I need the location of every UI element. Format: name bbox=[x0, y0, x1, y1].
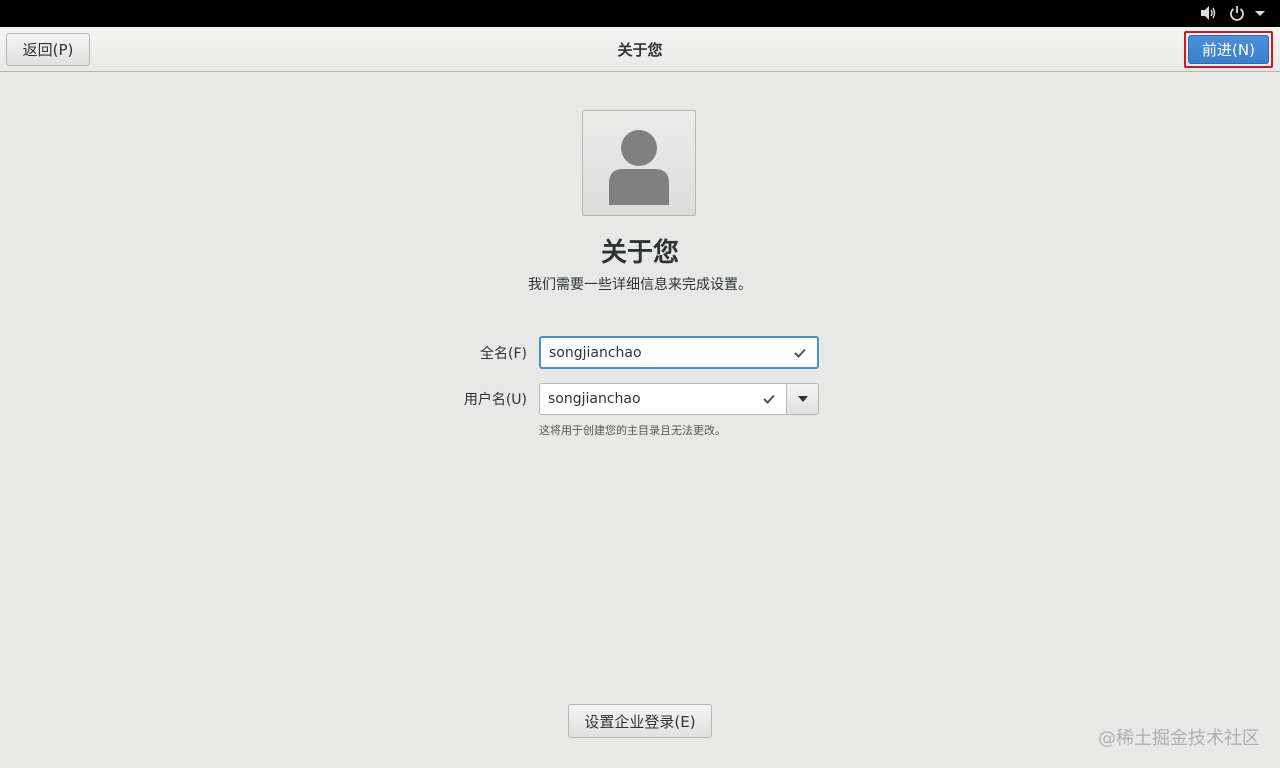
header-title: 关于您 bbox=[617, 41, 663, 59]
chevron-down-icon[interactable] bbox=[1254, 4, 1266, 22]
fullname-label: 全名(F) bbox=[480, 346, 527, 362]
fullname-value: songjianchao bbox=[549, 344, 642, 361]
page-title: 关于您 bbox=[600, 238, 679, 268]
next-button[interactable]: 前进(N) bbox=[1188, 35, 1269, 64]
check-icon bbox=[791, 344, 809, 362]
watermark: @稀土掘金技术社区 bbox=[1098, 728, 1260, 749]
username-input[interactable]: songjianchao bbox=[539, 383, 787, 415]
power-icon[interactable] bbox=[1229, 4, 1245, 22]
check-icon bbox=[760, 390, 778, 408]
username-value: songjianchao bbox=[548, 391, 641, 407]
next-button-highlight: 前进(N) bbox=[1184, 31, 1273, 68]
fullname-input[interactable]: songjianchao bbox=[539, 336, 819, 369]
volume-icon[interactable] bbox=[1199, 4, 1217, 22]
username-dropdown-button[interactable] bbox=[786, 383, 819, 415]
avatar-icon bbox=[609, 130, 669, 205]
username-hint: 这将用于创建您的主目录且无法更改。 bbox=[539, 424, 726, 437]
back-button[interactable]: 返回(P) bbox=[6, 33, 90, 66]
enterprise-login-button[interactable]: 设置企业登录(E) bbox=[568, 704, 712, 738]
username-label: 用户名(U) bbox=[463, 392, 527, 408]
top-panel bbox=[0, 0, 1280, 27]
chevron-down-icon bbox=[797, 396, 808, 402]
header-bar: 返回(P) 关于您 前进(N) bbox=[0, 27, 1280, 72]
page-subtitle: 我们需要一些详细信息来完成设置。 bbox=[528, 277, 752, 293]
avatar-button[interactable] bbox=[582, 110, 696, 216]
